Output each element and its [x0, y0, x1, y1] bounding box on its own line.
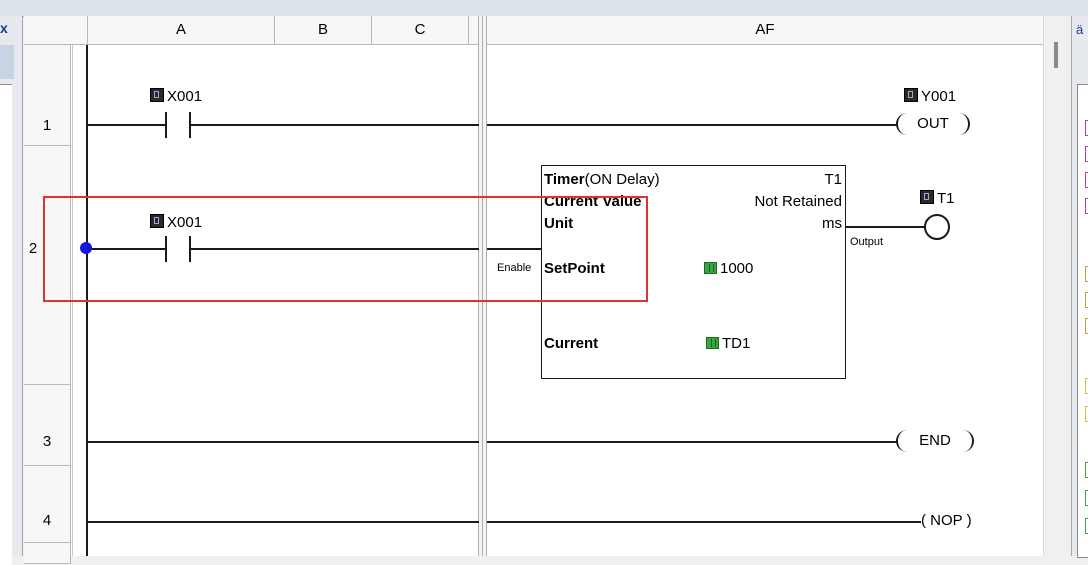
timer-id: T1	[824, 171, 842, 188]
current-label: Current	[544, 335, 599, 352]
device-icon	[920, 190, 934, 204]
timer-title: Timer(ON Delay)	[544, 171, 660, 188]
rung1-wire	[191, 124, 479, 126]
contact-device-label: X001	[150, 88, 202, 105]
unit-value: ms	[822, 215, 842, 232]
left-panel[interactable]: x	[0, 16, 23, 565]
top-strip	[0, 0, 1088, 17]
right-panel[interactable]: ä	[1071, 16, 1088, 558]
rung1-wire	[87, 124, 165, 126]
row-header-4[interactable]: 4	[24, 466, 71, 543]
rung3-wire	[87, 441, 479, 443]
selection-highlight	[43, 196, 648, 302]
row-number: 4	[42, 512, 52, 529]
row-number: 3	[42, 433, 52, 450]
scrollbar-thumb[interactable]	[1054, 42, 1058, 68]
output-pin-label: Output	[850, 236, 884, 248]
current-value[interactable]: TD1	[706, 335, 750, 352]
header-corner	[24, 16, 88, 45]
coil-device-label: T1	[920, 190, 955, 207]
coil-out[interactable]: OUT	[896, 113, 970, 135]
row-header-5[interactable]	[24, 543, 71, 564]
close-icon[interactable]: x	[0, 20, 12, 36]
timer-output-coil[interactable]	[924, 214, 950, 240]
timer-output-wire	[846, 226, 926, 228]
word-icon	[704, 262, 717, 274]
rung3-wire	[487, 441, 897, 443]
vertical-scrollbar[interactable]	[1043, 16, 1071, 556]
coil-device-label: Y001	[904, 88, 956, 105]
column-header-b[interactable]: B	[275, 16, 372, 45]
column-header-a[interactable]: A	[88, 16, 275, 45]
column-header-af[interactable]: AF	[487, 16, 1044, 45]
retain-value: Not Retained	[754, 193, 842, 210]
left-panel-body	[0, 84, 12, 565]
word-icon	[706, 337, 719, 349]
column-header-c[interactable]: C	[372, 16, 469, 45]
device-icon	[150, 88, 164, 102]
row-header-3[interactable]: 3	[24, 385, 71, 466]
right-panel-glyph: ä	[1076, 22, 1084, 37]
device-icon	[904, 88, 918, 102]
setpoint-value[interactable]: 1000	[704, 260, 753, 277]
row-header-1[interactable]: 1	[24, 45, 71, 146]
row-number: 1	[42, 117, 52, 134]
rung1-wire	[487, 124, 897, 126]
rung4-wire	[87, 521, 479, 523]
coil-end[interactable]: END	[896, 430, 974, 452]
rung4-wire	[487, 521, 921, 523]
contact-left-bar[interactable]	[165, 112, 167, 138]
left-panel-header	[0, 45, 14, 79]
coil-nop[interactable]: ( NOP )	[921, 512, 972, 529]
